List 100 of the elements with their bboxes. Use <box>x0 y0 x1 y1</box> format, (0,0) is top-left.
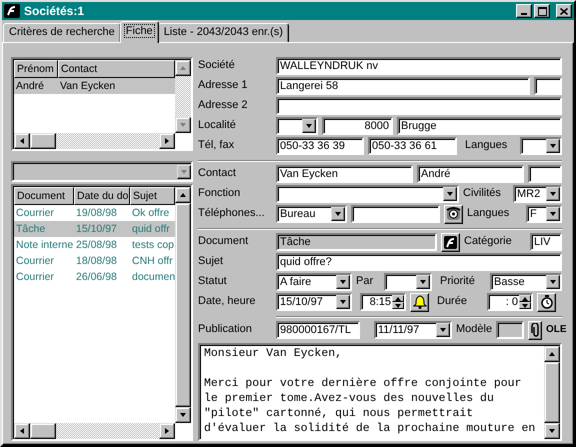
text-field[interactable]: 050-33 36 39 <box>276 137 364 155</box>
scroll-right-button[interactable] <box>159 423 175 439</box>
horizontal-scrollbar[interactable] <box>13 423 175 439</box>
scroll-up-button[interactable] <box>175 60 191 76</box>
text-field[interactable] <box>496 321 524 339</box>
text-field[interactable] <box>528 165 562 183</box>
dropdown-arrow-button[interactable] <box>331 207 345 221</box>
maximize-button[interactable] <box>534 4 550 18</box>
text-field[interactable] <box>534 77 562 95</box>
dropdown-arrow-button[interactable] <box>436 323 450 337</box>
field-label: Fonction <box>198 187 242 201</box>
dropdown[interactable] <box>520 137 562 155</box>
scroll-left-button[interactable] <box>14 423 30 439</box>
text-field[interactable]: André <box>417 165 524 183</box>
scroll-down-button[interactable] <box>175 407 191 423</box>
dropdown[interactable]: 15/10/97 <box>276 293 352 311</box>
dropdown-arrow-button[interactable] <box>443 187 457 201</box>
tab[interactable]: Liste - 2043/2043 enr.(s) <box>158 23 289 42</box>
phone-button[interactable] <box>444 204 463 224</box>
dropdown-arrow-button[interactable] <box>336 275 350 289</box>
window-title: Sociétés:1 <box>24 4 84 18</box>
list-cell[interactable]: Note interne <box>14 237 74 253</box>
note-text-area[interactable]: Monsieur Van Eycken, Merci pour votre dernière offre conjointe pour le premier tome.Avez-vous des nouvelles du "pilote" cartonné, qui nous permettrait d'évaluer la solidité de la prochaine mouture en <box>198 343 562 441</box>
spin-buttons[interactable] <box>392 295 404 309</box>
vertical-scrollbar[interactable] <box>544 345 560 439</box>
column-header[interactable]: Document <box>14 187 74 205</box>
minimize-button[interactable] <box>516 4 532 18</box>
scroll-thumb[interactable] <box>30 133 56 149</box>
list-cell[interactable]: Courrier <box>14 205 74 221</box>
text-field[interactable]: WALLEYNDRUK nv <box>276 57 562 75</box>
field-label: Publication <box>198 323 253 337</box>
dropdown-arrow-button[interactable] <box>302 119 316 133</box>
spin-field[interactable]: : 0 <box>487 293 533 311</box>
tab[interactable]: Critères de recherche <box>3 23 121 42</box>
column-header[interactable]: Contact <box>58 60 175 78</box>
scroll-right-button[interactable] <box>159 133 175 149</box>
list-cell[interactable]: Ok offre <box>130 205 175 221</box>
dropdown[interactable] <box>276 185 459 203</box>
list-cell[interactable]: 25/08/98 <box>74 237 130 253</box>
scroll-down-button[interactable] <box>544 423 560 439</box>
stopwatch-button[interactable] <box>537 292 556 312</box>
dropdown[interactable]: A faire <box>276 273 352 291</box>
dropdown-arrow-button[interactable] <box>546 207 560 221</box>
list-cell[interactable]: 26/06/98 <box>74 269 130 285</box>
column-header[interactable]: Date du do <box>74 187 130 205</box>
list-cell[interactable]: documen <box>130 269 175 285</box>
text-field[interactable]: 980000167/TL <box>276 321 360 339</box>
list-cell[interactable]: Courrier <box>14 253 74 269</box>
dropdown-arrow-button[interactable] <box>546 275 560 289</box>
scroll-up-button[interactable] <box>175 187 191 203</box>
text-field[interactable]: Tâche <box>276 233 437 251</box>
paperclip-button[interactable] <box>528 320 542 340</box>
text-field[interactable] <box>351 205 440 223</box>
text-field[interactable]: Langerei 58 <box>276 77 530 95</box>
text-field[interactable]: 050-33 36 61 <box>368 137 457 155</box>
dropdown[interactable]: MR2 <box>513 185 562 203</box>
bell-button[interactable] <box>410 292 429 312</box>
text-field[interactable]: 8000 <box>322 117 393 135</box>
list-cell[interactable]: tests cop <box>130 237 175 253</box>
scroll-thumb[interactable] <box>544 362 560 423</box>
field-label: Sujet <box>198 255 224 269</box>
column-header[interactable]: Sujet <box>130 187 175 205</box>
list-cell[interactable]: CNH offr <box>130 253 175 269</box>
quill-button[interactable] <box>441 232 460 252</box>
text-field[interactable]: LIV <box>530 233 562 251</box>
dropdown[interactable] <box>11 161 193 182</box>
list-cell[interactable]: Courrier <box>14 269 74 285</box>
tab[interactable]: Fiche <box>120 21 159 43</box>
close-button[interactable] <box>556 4 572 18</box>
spin-buttons[interactable] <box>519 295 531 309</box>
dropdown[interactable]: Basse <box>490 273 562 291</box>
scroll-left-button[interactable] <box>14 133 30 149</box>
vertical-scrollbar[interactable] <box>175 59 191 133</box>
dropdown-arrow-button[interactable] <box>336 295 350 309</box>
field-label: Modèle <box>456 323 492 337</box>
dropdown[interactable]: Bureau <box>276 205 347 223</box>
scroll-thumb[interactable] <box>30 423 56 439</box>
ole-label: OLE <box>546 324 567 336</box>
text-field[interactable]: quid offre? <box>276 253 562 271</box>
spin-field[interactable]: 8:15 <box>360 293 406 311</box>
list-cell[interactable]: 18/08/98 <box>74 253 130 269</box>
list-cell[interactable]: Van Eycken <box>58 78 175 94</box>
dropdown[interactable] <box>384 273 432 291</box>
column-header[interactable]: Prénom <box>14 60 58 78</box>
list-cell[interactable]: André <box>14 78 58 94</box>
list-cell[interactable]: 19/08/98 <box>74 205 130 221</box>
dropdown-arrow-button[interactable] <box>546 187 560 201</box>
text-field[interactable]: Van Eycken <box>276 165 413 183</box>
text-field[interactable] <box>276 97 562 115</box>
dropdown[interactable]: 11/11/97 <box>374 321 452 339</box>
text-field[interactable]: Brugge <box>397 117 562 135</box>
field-label: Contact <box>198 167 237 181</box>
dropdown[interactable]: F <box>526 205 562 223</box>
dropdown-arrow-button[interactable] <box>177 164 191 178</box>
dropdown[interactable] <box>276 117 318 135</box>
horizontal-scrollbar[interactable] <box>13 133 175 149</box>
scroll-down-button[interactable] <box>175 117 191 133</box>
scroll-up-button[interactable] <box>544 346 560 362</box>
dropdown-arrow-button[interactable] <box>546 139 560 153</box>
dropdown-arrow-button[interactable] <box>416 275 430 289</box>
